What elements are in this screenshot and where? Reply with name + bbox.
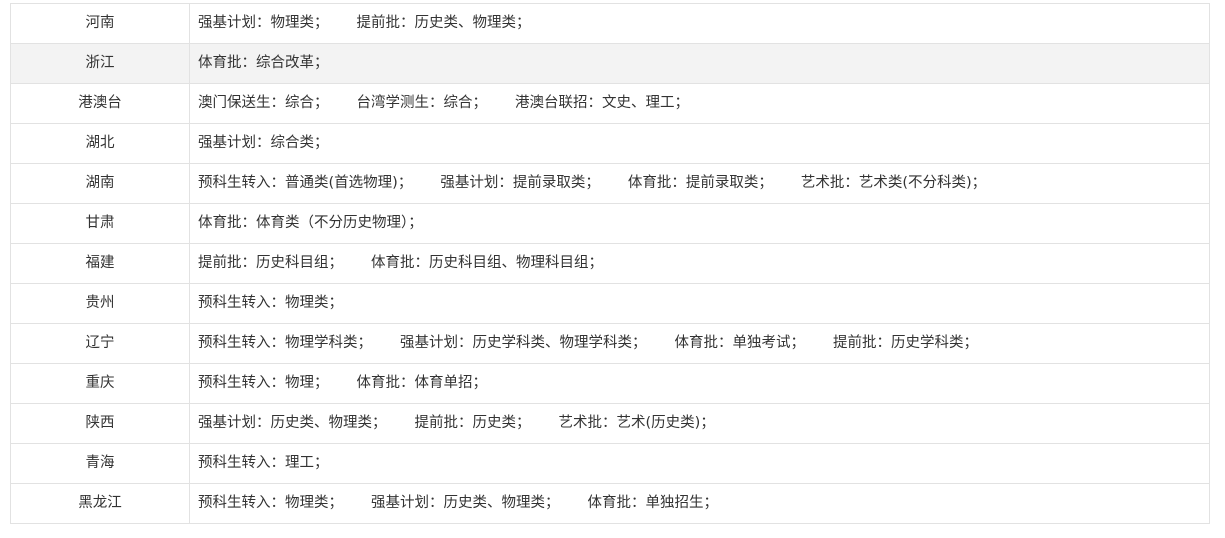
table-row: 湖南 预科生转入：普通类(首选物理)； 强基计划：提前录取类； 体育批：提前录取类； 艺…: [10, 163, 1210, 204]
admission-entry: 体育批：体育单招；: [356, 375, 488, 391]
admission-detail-cell: 提前批：历史科目组； 体育批：历史科目组、物理科目组；: [189, 243, 1210, 284]
admission-detail-cell: 体育批：体育类（不分历史物理）；: [189, 203, 1210, 244]
table-row: 福建 提前批：历史科目组； 体育批：历史科目组、物理科目组；: [10, 243, 1210, 284]
admission-detail-cell: 强基计划：历史类、物理类； 提前批：历史类； 艺术批：艺术(历史类)；: [189, 403, 1210, 444]
admission-entry: 强基计划：综合类；: [198, 135, 329, 151]
admission-entry: 强基计划：历史类、物理类；: [371, 495, 560, 511]
admission-entry: 体育批：单独招生；: [587, 495, 719, 511]
admission-detail-cell: 体育批：综合改革；: [189, 43, 1210, 84]
table-row: 重庆 预科生转入：物理； 体育批：体育单招；: [10, 363, 1210, 404]
province-cell: 青海: [10, 443, 190, 484]
admission-entry: 体育批：体育类（不分历史物理）；: [198, 215, 423, 231]
admission-entry: 强基计划：提前录取类；: [440, 175, 600, 191]
admission-detail-cell: 强基计划：物理类； 提前批：历史类、物理类；: [189, 3, 1210, 44]
admission-entry: 艺术批：艺术类(不分科类)；: [800, 175, 987, 191]
table-row: 辽宁 预科生转入：物理学科类； 强基计划：历史学科类、物理学科类； 体育批：单独考试；…: [10, 323, 1210, 364]
admission-entry: 提前批：历史类、物理类；: [356, 15, 531, 31]
admission-entry: 体育批：历史科目组、物理科目组；: [371, 255, 603, 271]
table-row: 陕西 强基计划：历史类、物理类； 提前批：历史类； 艺术批：艺术(历史类)；: [10, 403, 1210, 444]
admission-detail-cell: 预科生转入：理工；: [189, 443, 1210, 484]
admission-entry: 强基计划：历史类、物理类；: [198, 415, 387, 431]
province-cell: 辽宁: [10, 323, 190, 364]
table-row: 青海 预科生转入：理工；: [10, 443, 1210, 484]
table-row: 贵州 预科生转入：物理类；: [10, 283, 1210, 324]
admission-detail-cell: 预科生转入：物理类； 强基计划：历史类、物理类； 体育批：单独招生；: [189, 483, 1210, 524]
admission-entry: 体育批：单独考试；: [674, 335, 806, 351]
admission-entry: 预科生转入：物理类；: [198, 495, 343, 511]
province-cell: 湖南: [10, 163, 190, 204]
admission-entry: 提前批：历史类；: [414, 415, 531, 431]
province-cell: 重庆: [10, 363, 190, 404]
admission-detail-cell: 强基计划：综合类；: [189, 123, 1210, 164]
admission-table-container: 河南 强基计划：物理类； 提前批：历史类、物理类； 浙江 体育批：综合改革； 港澳台 澳门保…: [10, 3, 1210, 524]
table-row: 港澳台 澳门保送生：综合； 台湾学测生：综合； 港澳台联招：文史、理工；: [10, 83, 1210, 124]
admission-entry: 提前批：历史科目组；: [198, 255, 343, 271]
admission-detail-cell: 预科生转入：物理； 体育批：体育单招；: [189, 363, 1210, 404]
table-row: 甘肃 体育批：体育类（不分历史物理）；: [10, 203, 1210, 244]
table-row: 浙江 体育批：综合改革；: [10, 43, 1210, 84]
admission-entry: 强基计划：物理类；: [198, 15, 329, 31]
admission-entry: 澳门保送生：综合；: [198, 95, 329, 111]
admission-entry: 强基计划：历史学科类、物理学科类；: [400, 335, 647, 351]
table-row: 河南 强基计划：物理类； 提前批：历史类、物理类；: [10, 3, 1210, 44]
province-cell: 浙江: [10, 43, 190, 84]
admission-entry: 体育批：综合改革；: [198, 55, 329, 71]
admission-detail-cell: 预科生转入：物理类；: [189, 283, 1210, 324]
admission-entry: 预科生转入：物理学科类；: [198, 335, 372, 351]
table-row: 湖北 强基计划：综合类；: [10, 123, 1210, 164]
province-cell: 福建: [10, 243, 190, 284]
province-cell: 河南: [10, 3, 190, 44]
admission-detail-cell: 澳门保送生：综合； 台湾学测生：综合； 港澳台联招：文史、理工；: [189, 83, 1210, 124]
table-row: 黑龙江 预科生转入：物理类； 强基计划：历史类、物理类； 体育批：单独招生；: [10, 483, 1210, 524]
province-cell: 贵州: [10, 283, 190, 324]
admission-detail-cell: 预科生转入：物理学科类； 强基计划：历史学科类、物理学科类； 体育批：单独考试； 提前…: [189, 323, 1210, 364]
admission-entry: 提前批：历史学科类；: [833, 335, 978, 351]
admission-entry: 预科生转入：普通类(首选物理)；: [198, 175, 413, 191]
province-cell: 陕西: [10, 403, 190, 444]
admission-categories-table: 河南 强基计划：物理类； 提前批：历史类、物理类； 浙江 体育批：综合改革； 港澳台 澳门保…: [10, 3, 1210, 524]
admission-entry: 预科生转入：物理类；: [198, 295, 343, 311]
province-cell: 甘肃: [10, 203, 190, 244]
admission-detail-cell: 预科生转入：普通类(首选物理)； 强基计划：提前录取类； 体育批：提前录取类； 艺术批…: [189, 163, 1210, 204]
admission-entry: 港澳台联招：文史、理工；: [515, 95, 689, 111]
admission-entry: 艺术批：艺术(历史类)；: [558, 415, 715, 431]
table-body: 河南 强基计划：物理类； 提前批：历史类、物理类； 浙江 体育批：综合改革； 港澳台 澳门保…: [10, 3, 1210, 524]
province-cell: 港澳台: [10, 83, 190, 124]
admission-entry: 体育批：提前录取类；: [627, 175, 773, 191]
province-cell: 黑龙江: [10, 483, 190, 524]
province-cell: 湖北: [10, 123, 190, 164]
admission-entry: 预科生转入：理工；: [198, 455, 329, 471]
admission-entry: 预科生转入：物理；: [198, 375, 329, 391]
admission-entry: 台湾学测生：综合；: [356, 95, 488, 111]
